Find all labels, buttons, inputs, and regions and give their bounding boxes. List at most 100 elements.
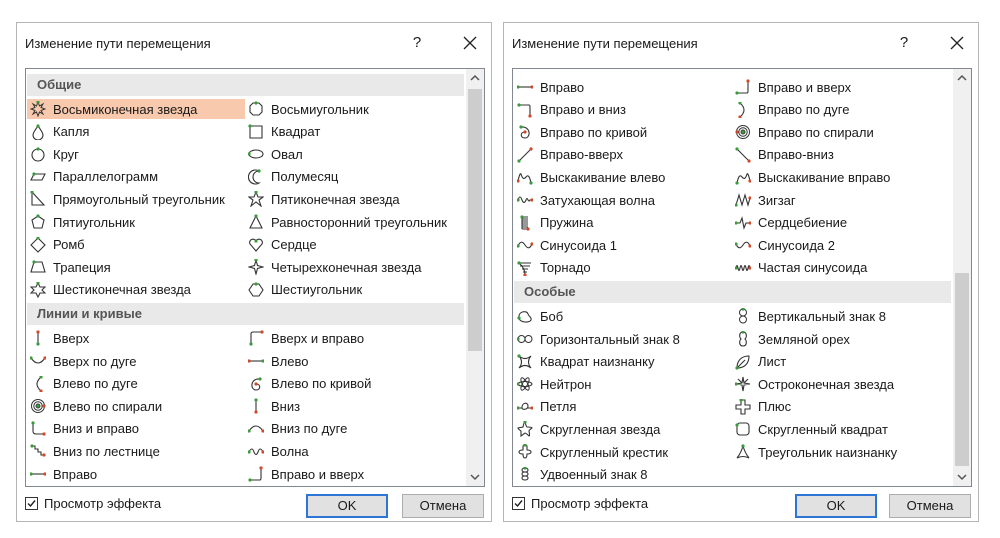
vertical-scrollbar[interactable] (953, 69, 971, 486)
help-button[interactable]: ? (407, 31, 427, 55)
motion-path-item[interactable]: Вправо по спирали (732, 122, 950, 142)
cancel-button[interactable]: Отмена (889, 494, 971, 518)
preview-effect-toggle[interactable]: Просмотр эффекта (512, 493, 648, 513)
motion-path-item[interactable]: Сердце (245, 235, 463, 255)
motion-path-item[interactable]: Скругленный квадрат (732, 419, 950, 439)
motion-path-item-label: Квадрат наизнанку (540, 354, 655, 370)
scroll-down-button[interactable] (466, 468, 484, 486)
ok-button[interactable]: OK (306, 494, 388, 518)
motion-path-item[interactable]: Влево по кривой (245, 374, 463, 394)
motion-path-item[interactable]: Шестиконечная звезда (27, 280, 245, 300)
scrollbar-thumb[interactable] (955, 273, 969, 466)
preview-effect-toggle[interactable]: Просмотр эффекта (25, 493, 161, 513)
motion-path-item[interactable]: Вправо (27, 464, 245, 484)
motion-path-item[interactable]: Вниз (245, 396, 463, 416)
motion-path-item[interactable]: Торнадо (514, 258, 732, 278)
motion-path-item[interactable]: Вправо-вверх (514, 145, 732, 165)
motion-path-list[interactable]: Общие Восьмиконечная звезда Восьмиугольник… (25, 68, 485, 487)
motion-path-item[interactable]: Пятиконечная звезда (245, 189, 463, 209)
close-button[interactable] (944, 30, 970, 56)
motion-path-item[interactable]: Выскакивание вправо (732, 167, 950, 187)
motion-path-item[interactable]: Полумесяц (245, 167, 463, 187)
preview-effect-checkbox[interactable] (25, 496, 38, 510)
motion-path-item[interactable]: Восьмиконечная звезда (27, 99, 245, 119)
motion-path-item[interactable]: Пружина (514, 213, 732, 233)
motion-path-item[interactable]: Треугольник наизнанку (732, 442, 950, 462)
motion-path-item[interactable]: Вертикальный знак 8 (732, 306, 950, 326)
inverted-square-icon (517, 353, 532, 369)
leaf-icon (735, 355, 750, 370)
help-button[interactable]: ? (894, 31, 914, 55)
motion-path-item[interactable]: Пятиугольник (27, 212, 245, 232)
motion-path-item[interactable]: Боб (514, 306, 732, 326)
motion-path-item[interactable]: Вправо и вниз (514, 100, 732, 120)
motion-path-item[interactable]: Скругленный крестик (514, 442, 732, 462)
motion-path-item[interactable]: Трапеция (27, 257, 245, 277)
motion-path-item[interactable]: Вверх и вправо (245, 328, 463, 348)
diagonal-down-right-icon (735, 147, 751, 163)
motion-path-item[interactable]: Вправо и вверх (732, 77, 950, 97)
hexagon-icon (248, 282, 264, 297)
motion-path-item[interactable]: Петля (514, 397, 732, 417)
motion-path-item[interactable]: Удвоенный знак 8 (514, 465, 732, 485)
scroll-up-button[interactable] (953, 69, 971, 87)
motion-path-item[interactable]: Земляной орех (732, 329, 950, 349)
motion-path-item[interactable]: Частая синусоида (732, 258, 950, 278)
cancel-button[interactable]: Отмена (402, 494, 484, 518)
preview-effect-checkbox[interactable] (512, 496, 525, 510)
motion-path-item[interactable]: Влево по спирали (27, 396, 245, 416)
motion-path-item[interactable]: Ромб (27, 235, 245, 255)
right-down-icon (517, 102, 532, 118)
motion-path-item[interactable]: Вправо по дуге (732, 100, 950, 120)
motion-path-item[interactable]: Вверх (27, 328, 245, 348)
motion-path-item-label: Квадрат (271, 124, 321, 140)
motion-path-item[interactable]: Синусоида 1 (514, 235, 732, 255)
scroll-down-button[interactable] (953, 468, 971, 486)
motion-path-item[interactable]: Овал (245, 144, 463, 164)
motion-path-item[interactable]: Прямоугольный треугольник (27, 189, 245, 209)
motion-path-item[interactable]: Горизонтальный знак 8 (514, 329, 732, 349)
motion-path-item[interactable]: Синусоида 2 (732, 235, 950, 255)
motion-path-item[interactable]: Сердцебиение (732, 213, 950, 233)
scrollbar-thumb[interactable] (468, 89, 482, 351)
square-icon (248, 123, 263, 139)
motion-path-item[interactable]: Квадрат (245, 122, 463, 142)
motion-path-item[interactable]: Лист (732, 352, 950, 372)
motion-path-item-label: Волна (271, 443, 309, 459)
motion-path-item[interactable]: Вправо и вверх (245, 464, 463, 484)
motion-path-item[interactable]: Затухающая волна (514, 190, 732, 210)
motion-path-item[interactable]: Вправо-вниз (732, 145, 950, 165)
motion-path-item[interactable]: Вниз по дуге (245, 419, 463, 439)
motion-path-item[interactable]: Влево (245, 351, 463, 371)
motion-path-item[interactable]: Вниз по лестнице (27, 441, 245, 461)
motion-path-item[interactable]: Плюс (732, 397, 950, 417)
motion-path-item[interactable]: Вправо (514, 77, 732, 97)
vertical-scrollbar[interactable] (466, 69, 484, 486)
motion-path-item[interactable]: Влево по дуге (27, 374, 245, 394)
motion-path-item[interactable]: Круг (27, 144, 245, 164)
motion-path-item-label: Вправо и вверх (758, 79, 852, 95)
motion-path-item[interactable]: Равносторонний треугольник (245, 212, 463, 232)
motion-path-list[interactable]: Вправо Вправо и вверх Вправо и вниз Вправо … (512, 68, 972, 487)
motion-path-item[interactable]: Капля (27, 122, 245, 142)
motion-path-item[interactable]: Четырехконечная звезда (245, 257, 463, 277)
teardrop-icon (32, 123, 44, 140)
motion-path-item[interactable]: Параллелограмм (27, 167, 245, 187)
motion-path-item[interactable]: Вниз и вправо (27, 419, 245, 439)
motion-path-item[interactable]: Восьмиугольник (245, 99, 463, 119)
motion-path-item[interactable]: Вверх по дуге (27, 351, 245, 371)
motion-path-item[interactable]: Скругленная звезда (514, 419, 732, 439)
close-button[interactable] (457, 30, 483, 56)
motion-path-item[interactable]: Шестиугольник (245, 280, 463, 300)
pentagon-icon (31, 214, 45, 229)
motion-path-item[interactable]: Остроконечная звезда (732, 374, 950, 394)
motion-path-item[interactable]: Вправо по кривой (514, 122, 732, 142)
motion-path-item[interactable]: Квадрат наизнанку (514, 352, 732, 372)
ok-button[interactable]: OK (795, 494, 877, 518)
motion-path-item[interactable]: Зигзаг (732, 190, 950, 210)
motion-path-item[interactable]: Волна (245, 441, 463, 461)
motion-path-item[interactable]: Выскакивание влево (514, 167, 732, 187)
scroll-up-button[interactable] (466, 69, 484, 87)
motion-path-item[interactable]: Нейтрон (514, 374, 732, 394)
sine2-icon (735, 241, 751, 249)
